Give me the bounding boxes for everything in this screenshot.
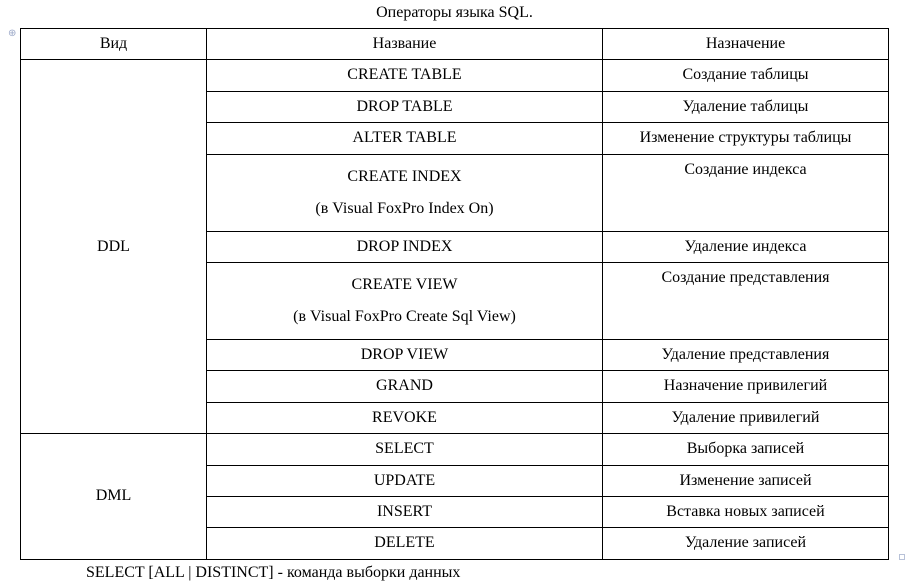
op-purpose: Удаление представления <box>603 339 889 370</box>
op-name: UPDATE <box>207 465 603 496</box>
op-purpose: Изменение структуры таблицы <box>603 123 889 154</box>
group-label-ddl: DDL <box>21 60 207 434</box>
op-purpose: Изменение записей <box>603 465 889 496</box>
op-purpose: Создание таблицы <box>603 60 889 91</box>
op-name: ALTER TABLE <box>207 123 603 154</box>
op-purpose: Удаление записей <box>603 528 889 559</box>
op-name-line1: CREATE INDEX <box>347 168 461 185</box>
op-purpose: Создание индекса <box>603 154 889 231</box>
table-anchor-icon: ⊕ <box>8 28 16 39</box>
col-header-name: Название <box>207 29 603 60</box>
op-purpose: Назначение привилегий <box>603 371 889 402</box>
op-name: DROP TABLE <box>207 91 603 122</box>
group-label-dml: DML <box>21 434 207 560</box>
op-purpose: Создание представления <box>603 262 889 339</box>
op-name: DROP VIEW <box>207 339 603 370</box>
op-name-line2: (в Visual FoxPro Create Sql View) <box>293 308 516 325</box>
op-name: INSERT <box>207 496 603 527</box>
table-end-marker-icon <box>899 554 905 560</box>
op-name: DROP INDEX <box>207 231 603 262</box>
op-name: GRAND <box>207 371 603 402</box>
op-name-line2: (в Visual FoxPro Index On) <box>315 200 493 217</box>
footer-text: SELECT [ALL | DISTINCT] - команда выборк… <box>0 560 909 582</box>
op-purpose: Выборка записей <box>603 434 889 465</box>
op-name: REVOKE <box>207 402 603 433</box>
op-purpose: Удаление привилегий <box>603 402 889 433</box>
sql-operators-table: Вид Название Назначение DDL CREATE TABLE… <box>20 28 889 560</box>
op-name: DELETE <box>207 528 603 559</box>
op-purpose: Удаление таблицы <box>603 91 889 122</box>
table-row: DDL CREATE TABLE Создание таблицы <box>21 60 889 91</box>
col-header-purpose: Назначение <box>603 29 889 60</box>
page-title: Операторы языка SQL. <box>0 4 909 28</box>
table-header-row: Вид Название Назначение <box>21 29 889 60</box>
op-name: SELECT <box>207 434 603 465</box>
op-name-multi: CREATE VIEW (в Visual FoxPro Create Sql … <box>207 262 603 339</box>
op-purpose: Удаление индекса <box>603 231 889 262</box>
col-header-type: Вид <box>21 29 207 60</box>
op-name-line1: CREATE VIEW <box>352 276 458 293</box>
op-purpose: Вставка новых записей <box>603 496 889 527</box>
op-name: CREATE TABLE <box>207 60 603 91</box>
table-row: DML SELECT Выборка записей <box>21 434 889 465</box>
op-name-multi: CREATE INDEX (в Visual FoxPro Index On) <box>207 154 603 231</box>
